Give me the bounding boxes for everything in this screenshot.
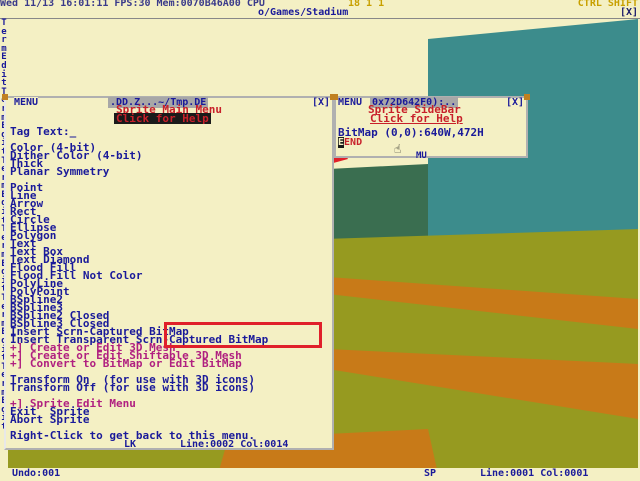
main-menu-help-link[interactable]: Click for Help [114,113,211,124]
main-menu-items: Tag Text:_ Color (4-bit) Dither Color (4-b… [10,126,332,441]
sidebar-mu: MU [416,151,427,161]
main-menu-item[interactable]: Rect [10,206,332,217]
main-menu-lk: LK [124,439,137,450]
main-menu-item[interactable]: Point [10,182,332,193]
main-menu-cursor-pos: Line:0002 Col:0014 [180,439,289,450]
main-menu-item[interactable]: Polygon [10,230,332,241]
main-menu-item[interactable]: Ellipse [10,222,332,233]
cursor-position: Line:0001 Col:0001 [480,468,589,479]
main-menu-item[interactable]: Arrow [10,198,332,209]
window-title: o/Games/Stadium [258,7,349,18]
sidebar-close-button[interactable]: [X] [506,97,524,108]
main-menu-close-button[interactable]: [X] [312,97,330,108]
main-menu-item[interactable]: Abort Sprite [10,414,332,425]
window-titlebar[interactable]: o/Games/Stadium [X] [0,7,640,19]
main-menu-item[interactable]: Planar Symmetry [10,166,332,177]
sidebar-label: MENU [338,97,363,108]
main-menu-item[interactable]: +] Convert to BitMap or Edit BitMap [10,358,332,369]
main-menu-item[interactable]: Dither Color (4-bit) [10,150,332,161]
sp-indicator: SP [424,468,437,479]
main-menu-item[interactable]: Tag Text:_ [10,126,332,137]
window-close-button[interactable]: [X] [620,8,638,18]
main-menu-item[interactable]: Transform Off (for use with 3D icons) [10,382,332,393]
main-menu-label: MENU [14,97,39,108]
sprite-sidebar: MENU 0x72D642F0):.. [X] Sprite SideBar C… [332,94,530,161]
sprite-main-menu: MENU .DD.Z...~/Tmp.DE [X] Sprite Main Me… [2,94,336,450]
main-menu-item[interactable]: Line [10,190,332,201]
status-cpu: 18 1 1 [348,0,385,9]
highlight-annotation-box [164,322,322,348]
sidebar-help-link[interactable]: Click for Help [370,113,463,124]
sidebar-end-marker: EEND [338,137,363,148]
hand-cursor-icon: ☝ [394,142,402,156]
main-menu-item[interactable]: Circle [10,214,332,225]
main-menu-statusbar: LK Line:0002 Col:0014 [6,439,332,450]
editor-bottom-bar: Undo:001 SP Line:0001 Col:0001 [0,468,640,481]
undo-counter: Undo:001 [12,468,61,479]
status-clock-mem: Wed 11/13 16:01:11 FPS:30 Mem:0070B46A00… [0,0,265,9]
